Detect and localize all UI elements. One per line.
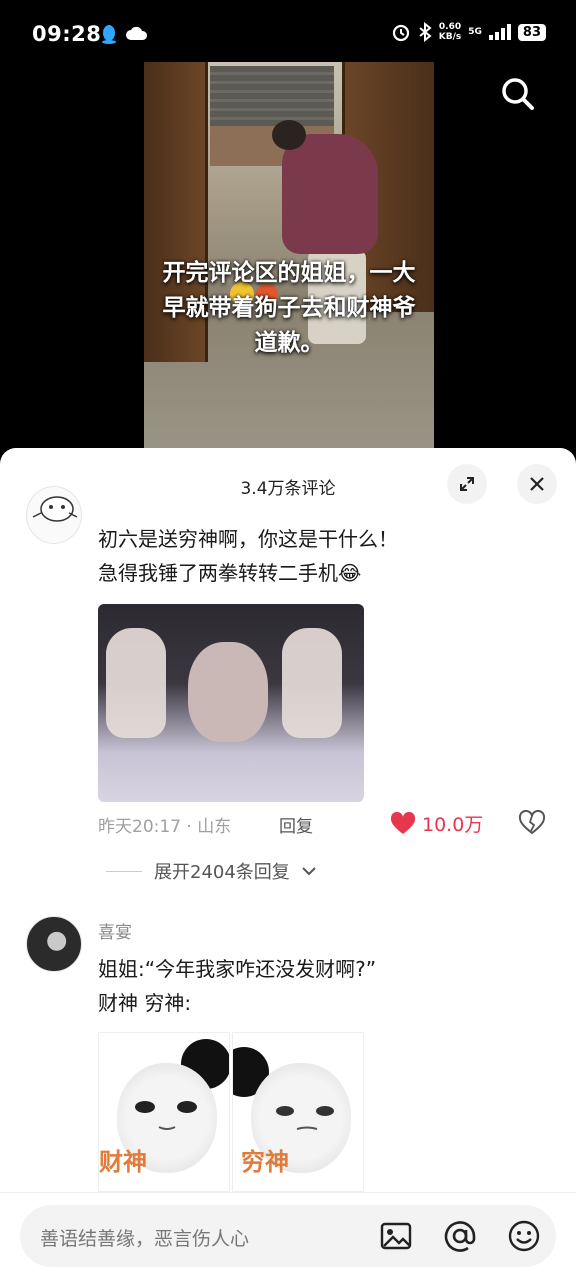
meme-hand-right xyxy=(282,628,342,738)
status-right: 0.60 KB/s 5G 83 xyxy=(391,22,546,42)
comment-image[interactable] xyxy=(98,604,364,802)
expand-replies-button[interactable]: 展开2404条回复 xyxy=(106,858,316,884)
chevron-down-icon xyxy=(302,867,316,876)
meme-face xyxy=(188,642,268,742)
comment-time-location: 昨天20:17 · 山东 xyxy=(98,817,232,837)
meme-label: 穷神 xyxy=(241,1148,289,1176)
avatar[interactable] xyxy=(26,486,82,544)
comments-sheet: 3.4万条评论 初六是送穷神啊，你这是干什么！ 急得我锤了两拳转转二手机😂 昨天… xyxy=(0,448,576,1280)
comment-input[interactable]: 善语结善缘，恶言伤人心 xyxy=(20,1205,556,1267)
roof-scene xyxy=(210,66,334,126)
close-icon xyxy=(530,477,544,491)
comment-input-bar: 善语结善缘，恶言伤人心 xyxy=(0,1192,576,1280)
net-speed: 0.60 KB/s xyxy=(438,22,462,42)
status-left-icons xyxy=(100,24,148,44)
panda-meme-right: 穷神 xyxy=(232,1032,364,1192)
alarm-icon xyxy=(392,24,409,42)
avatar[interactable] xyxy=(26,916,82,972)
status-time: 09:28 xyxy=(32,22,102,46)
emoji-icon[interactable] xyxy=(506,1218,542,1254)
expand-button[interactable] xyxy=(447,464,487,504)
signal-icon xyxy=(488,24,511,40)
reply-button[interactable]: 回复 xyxy=(279,812,313,837)
qq-icon xyxy=(102,25,116,44)
comment-text: 姐姐:“今年我家咋还没发财啊?” 财神 穷神: xyxy=(98,957,377,1015)
search-icon[interactable] xyxy=(498,74,538,114)
laugh-cry-emoji: 😂 xyxy=(338,561,362,585)
expand-icon xyxy=(460,477,474,491)
mention-icon[interactable] xyxy=(442,1218,478,1254)
cloud-icon xyxy=(126,26,148,40)
like-count: 10.0万 xyxy=(422,814,484,836)
comment-input-placeholder: 善语结善缘，恶言伤人心 xyxy=(40,1228,250,1250)
video-frame[interactable]: 开完评论区的姐姐，一大早就带着狗子去和财神爷道歉。 xyxy=(144,62,434,452)
video-player[interactable]: 开完评论区的姐姐，一大早就带着狗子去和财神爷道歉。 xyxy=(0,62,576,462)
image-icon[interactable] xyxy=(378,1218,414,1254)
like-button[interactable]: 10.0万 xyxy=(390,810,483,837)
network-type: 5G xyxy=(468,27,482,37)
comment-text: 初六是送穷神啊，你这是干什么！ 急得我锤了两拳转转二手机😂 xyxy=(98,527,398,585)
close-button[interactable] xyxy=(517,464,557,504)
bluetooth-icon xyxy=(419,22,432,42)
battery-level: 83 xyxy=(517,23,546,41)
expand-replies-label: 展开2404条回复 xyxy=(154,862,290,883)
comment-image[interactable]: 财神 穷神 xyxy=(98,1032,364,1192)
heart-icon xyxy=(390,811,416,834)
meme-hand-left xyxy=(106,628,166,738)
status-bar: 09:28 0.60 KB/s 5G 83 xyxy=(0,0,576,62)
comment-username[interactable]: 喜宴 xyxy=(98,918,132,943)
meme-eyes-icon xyxy=(276,1106,334,1130)
video-caption: 开完评论区的姐姐，一大早就带着狗子去和财神爷道歉。 xyxy=(162,260,416,356)
divider xyxy=(106,870,142,872)
meme-label: 财神 xyxy=(99,1148,147,1176)
avatar-cartoon-icon xyxy=(32,496,78,522)
comments-count-title: 3.4万条评论 xyxy=(240,479,336,499)
meme-eyes-icon xyxy=(135,1101,197,1130)
dislike-heart-icon[interactable] xyxy=(518,810,546,836)
panda-meme-left: 财神 xyxy=(98,1032,230,1192)
